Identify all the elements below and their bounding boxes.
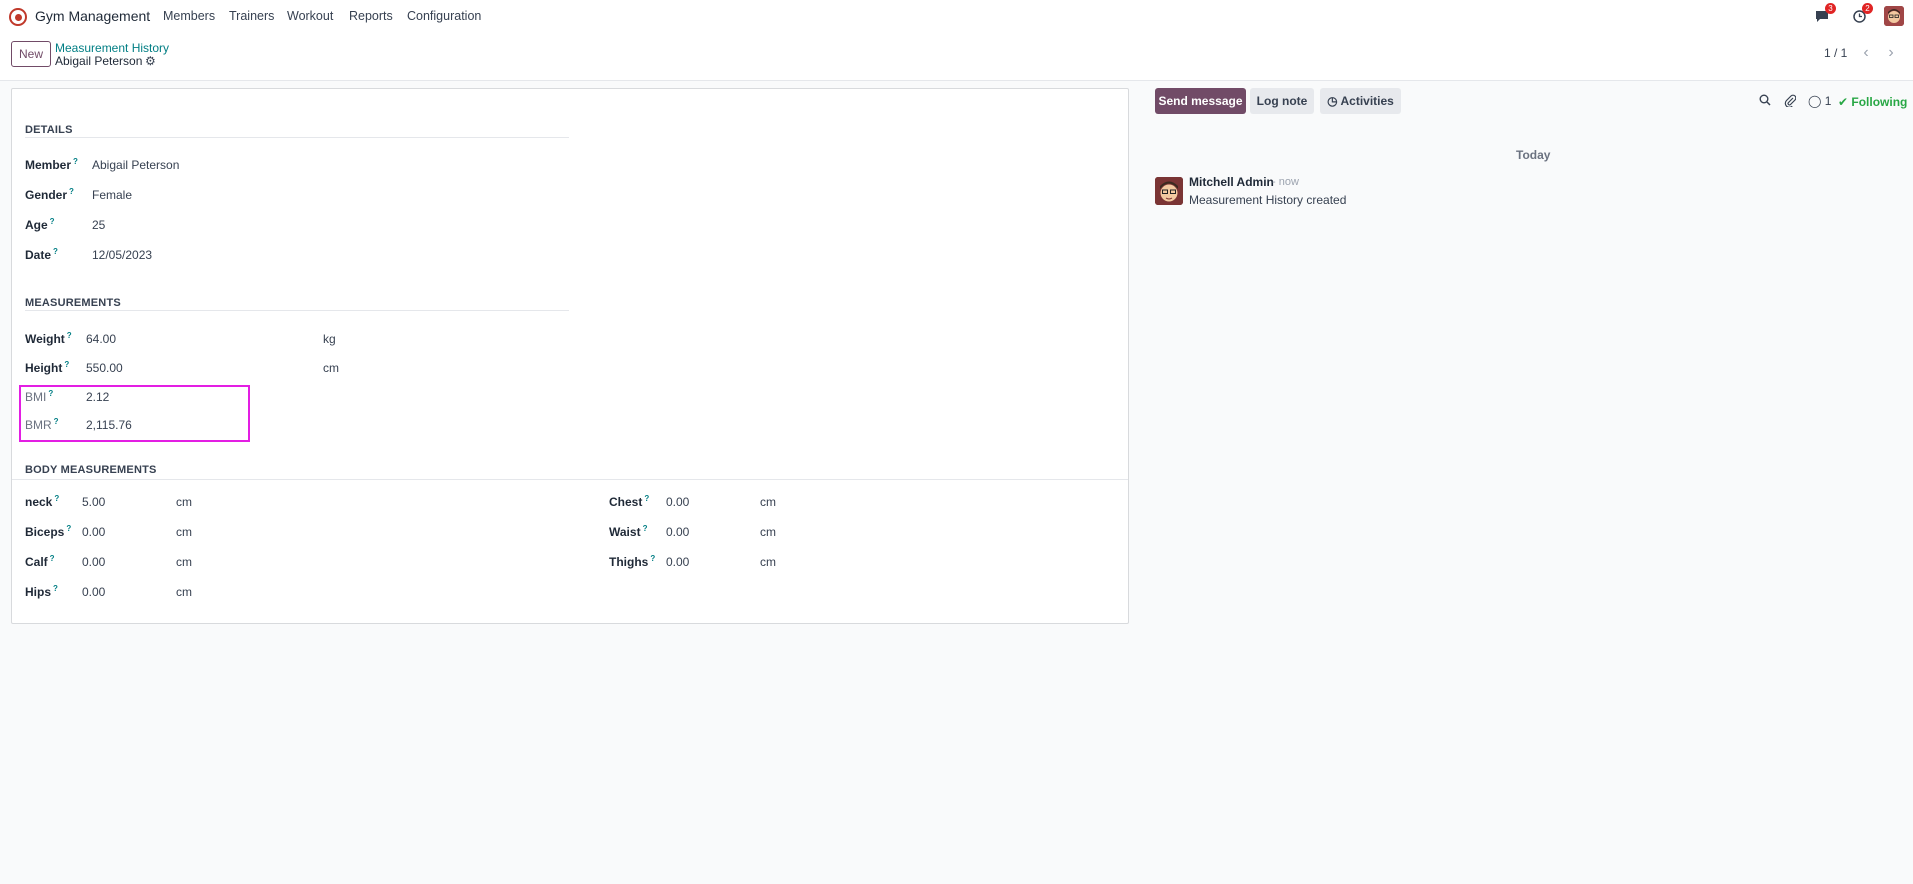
chest-unit: cm xyxy=(760,495,776,509)
messages-icon[interactable]: 3 xyxy=(1812,3,1836,26)
activities-badge: 2 xyxy=(1862,3,1873,14)
search-icon[interactable] xyxy=(1759,94,1771,109)
hips-field[interactable]: 0.00 xyxy=(82,585,105,599)
bmi-bmr-highlight-box xyxy=(19,385,250,442)
weight-label: Weight? xyxy=(25,331,72,346)
age-label: Age? xyxy=(25,217,55,232)
thighs-field[interactable]: 0.00 xyxy=(666,555,689,569)
age-field[interactable]: 25 xyxy=(92,218,105,232)
chest-label: Chest? xyxy=(609,494,650,509)
neck-field[interactable]: 5.00 xyxy=(82,495,105,509)
measurements-divider xyxy=(25,310,569,311)
send-message-button[interactable]: Send message xyxy=(1155,88,1246,114)
user-avatar[interactable] xyxy=(1884,6,1904,26)
body-measurements-divider xyxy=(12,479,1128,480)
magnifier-icon xyxy=(1759,94,1771,106)
height-label: Height? xyxy=(25,360,70,375)
details-divider xyxy=(25,137,569,138)
pager-value[interactable]: 1 / 1 xyxy=(1824,46,1847,60)
app-name[interactable]: Gym Management xyxy=(35,8,150,24)
pager-next-icon[interactable]: › xyxy=(1880,42,1902,64)
biceps-field[interactable]: 0.00 xyxy=(82,525,105,539)
clock-icon: ◷ xyxy=(1327,94,1341,108)
member-field[interactable]: Abigail Peterson xyxy=(92,158,179,172)
calf-field[interactable]: 0.00 xyxy=(82,555,105,569)
form-sheet: DETAILS Member? Abigail Peterson Gender?… xyxy=(11,88,1129,624)
top-navbar: Gym Management Members Trainers Workout … xyxy=(0,0,1913,32)
attachment-icon[interactable] xyxy=(1784,94,1797,110)
activities-clock-icon[interactable]: 2 xyxy=(1849,3,1873,26)
following-label: Following xyxy=(1851,95,1908,109)
paperclip-icon xyxy=(1784,94,1797,108)
chest-field[interactable]: 0.00 xyxy=(666,495,689,509)
followers-count: 1 xyxy=(1824,94,1832,108)
height-field[interactable]: 550.00 xyxy=(86,361,123,375)
neck-label: neck? xyxy=(25,494,60,509)
biceps-label: Biceps? xyxy=(25,524,72,539)
message-author[interactable]: Mitchell Admin xyxy=(1189,175,1274,189)
messages-badge: 3 xyxy=(1825,3,1836,14)
menu-reports[interactable]: Reports xyxy=(349,9,393,23)
hips-unit: cm xyxy=(176,585,192,599)
menu-members[interactable]: Members xyxy=(163,9,215,23)
log-note-button[interactable]: Log note xyxy=(1250,88,1314,114)
record-name: Abigail Peterson xyxy=(55,54,143,68)
gender-label: Gender? xyxy=(25,187,74,202)
biceps-unit: cm xyxy=(176,525,192,539)
menu-configuration[interactable]: Configuration xyxy=(407,9,481,23)
date-separator: Today xyxy=(1516,148,1551,162)
waist-unit: cm xyxy=(760,525,776,539)
activities-button[interactable]: ◷ Activities xyxy=(1320,88,1401,114)
thighs-unit: cm xyxy=(760,555,776,569)
weight-field[interactable]: 64.00 xyxy=(86,332,116,346)
author-face-icon xyxy=(1155,177,1183,205)
height-unit: cm xyxy=(323,361,339,375)
menu-trainers[interactable]: Trainers xyxy=(229,9,274,23)
weight-unit: kg xyxy=(323,332,336,346)
measurements-section-title: MEASUREMENTS xyxy=(25,297,121,309)
gender-field[interactable]: Female xyxy=(92,188,132,202)
member-label: Member? xyxy=(25,157,78,172)
checkmark-icon: ✔ xyxy=(1838,95,1852,109)
date-field[interactable]: 12/05/2023 xyxy=(92,248,152,262)
activities-label: Activities xyxy=(1340,94,1394,108)
gear-icon[interactable]: ⚙ xyxy=(145,54,156,68)
message-author-avatar[interactable] xyxy=(1155,177,1183,205)
waist-field[interactable]: 0.00 xyxy=(666,525,689,539)
hips-label: Hips? xyxy=(25,584,58,599)
user-face-icon xyxy=(1884,6,1904,26)
menu-workout[interactable]: Workout xyxy=(287,9,333,23)
details-section-title: DETAILS xyxy=(25,124,73,136)
message-time: - now xyxy=(1272,176,1299,188)
following-button[interactable]: ✔ Following xyxy=(1838,95,1907,109)
new-button[interactable]: New xyxy=(11,41,51,67)
calf-label: Calf? xyxy=(25,554,55,569)
pager-previous-icon[interactable]: ‹ xyxy=(1855,42,1877,64)
body-measurements-section-title: BODY MEASUREMENTS xyxy=(25,464,157,476)
breadcrumb-measurement-history[interactable]: Measurement History xyxy=(55,41,169,55)
waist-label: Waist? xyxy=(609,524,648,539)
person-icon: ◯ xyxy=(1808,94,1822,108)
followers-button[interactable]: ◯ 1 xyxy=(1808,94,1831,108)
app-logo-icon[interactable] xyxy=(9,8,27,26)
thighs-label: Thighs? xyxy=(609,554,656,569)
date-label: Date? xyxy=(25,247,58,262)
calf-unit: cm xyxy=(176,555,192,569)
control-panel: New Measurement History Abigail Peterson… xyxy=(0,32,1913,81)
neck-unit: cm xyxy=(176,495,192,509)
message-body: Measurement History created xyxy=(1189,193,1347,207)
